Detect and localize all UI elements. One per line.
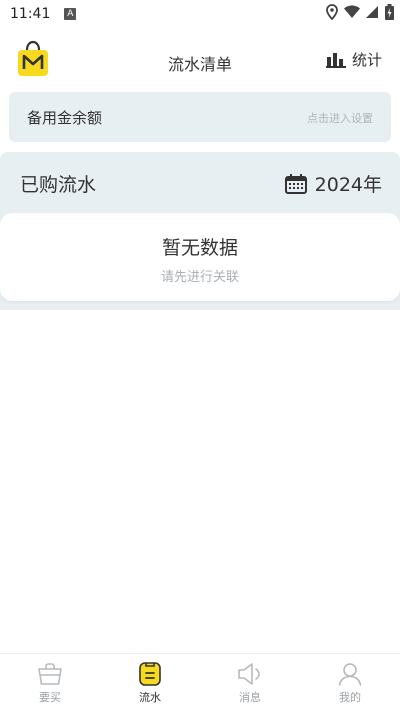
tab-profile[interactable]: 我的 [300, 654, 400, 711]
stats-button[interactable]: 统计 [325, 49, 382, 70]
tab-label: 流水 [139, 691, 161, 704]
calendar-icon [284, 173, 307, 194]
section-title: 已购流水 [20, 174, 97, 196]
backup-balance-card[interactable]: 备用金余额 点击进入设置 [9, 92, 391, 142]
backup-settings-link[interactable]: 点击进入设置 [307, 110, 373, 126]
status-icons [326, 4, 394, 20]
tab-buy[interactable]: 要买 [0, 654, 100, 711]
backup-balance-label: 备用金余额 [27, 109, 103, 127]
bottom-tab-bar: 要买 流水 消息 我的 [0, 653, 400, 711]
signal-icon [366, 6, 378, 18]
stats-label: 统计 [351, 51, 382, 69]
bar-chart-icon [325, 52, 346, 68]
tab-label: 要买 [39, 691, 61, 704]
empty-subtitle: 请先进行关联 [160, 270, 239, 285]
notification-icon: A [64, 8, 77, 20]
tab-label: 消息 [239, 691, 261, 704]
year-picker[interactable]: 2024年 [284, 170, 382, 197]
speaker-icon [238, 663, 260, 685]
app-header: 流水清单 统计 [0, 36, 400, 84]
empty-title: 暂无数据 [161, 237, 238, 259]
tab-messages[interactable]: 消息 [200, 654, 300, 711]
status-bar: 11:41 A [0, 0, 400, 28]
user-icon [338, 663, 362, 686]
location-icon [326, 4, 338, 20]
status-time: 11:41 [10, 6, 51, 22]
list-icon [139, 662, 161, 686]
tab-label: 我的 [339, 691, 361, 704]
battery-icon [385, 4, 394, 20]
wifi-icon [344, 5, 360, 18]
basket-icon [38, 663, 62, 685]
year-label: 2024年 [314, 174, 382, 196]
tab-flow[interactable]: 流水 [100, 654, 200, 711]
empty-state-card: 暂无数据 请先进行关联 [0, 213, 400, 301]
